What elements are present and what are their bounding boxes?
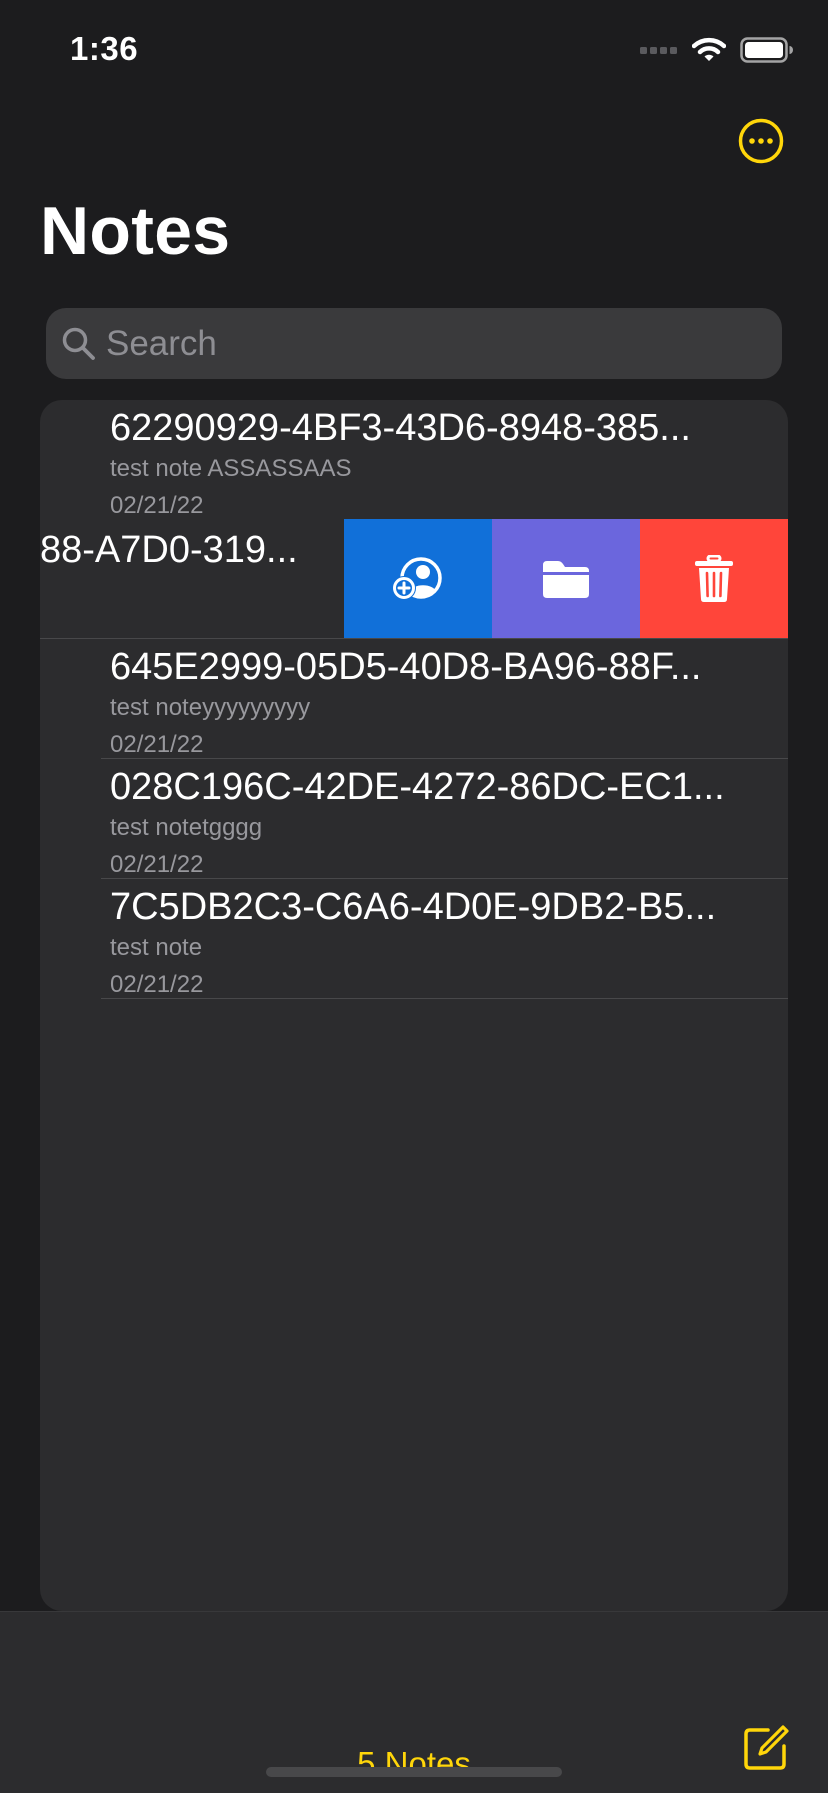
- delete-note-button[interactable]: [640, 519, 788, 638]
- note-date: 02/21/22: [110, 971, 204, 998]
- note-title: 645E2999-05D5-40D8-BA96-88F...: [110, 646, 702, 688]
- cellular-signal-icon: [640, 47, 677, 54]
- row-separator: [101, 998, 788, 999]
- bottom-toolbar: 5 Notes: [0, 1611, 828, 1793]
- note-snippet: test noteyyyyyyyyy: [110, 694, 311, 721]
- trash-icon: [695, 554, 733, 602]
- note-snippet: test notetgggg: [110, 814, 263, 841]
- search-input[interactable]: [106, 323, 726, 364]
- page-title: Notes: [40, 193, 231, 269]
- compose-note-button[interactable]: [742, 1724, 790, 1772]
- move-to-folder-button[interactable]: [492, 519, 640, 638]
- note-date: 02/21/22: [110, 492, 204, 519]
- share-note-button[interactable]: [344, 519, 492, 638]
- note-title: 88-A7D0-319...: [40, 529, 298, 571]
- status-icons: [640, 36, 794, 64]
- status-time: 1:36: [70, 30, 139, 67]
- compose-icon: [744, 1725, 789, 1770]
- note-date: 02/21/22: [110, 851, 204, 878]
- note-snippet: test note: [110, 934, 203, 961]
- folder-icon: [543, 560, 589, 598]
- note-row[interactable]: 028C196C-42DE-4272-86DC-EC1... test note…: [40, 759, 788, 879]
- note-row[interactable]: 7C5DB2C3-C6A6-4D0E-9DB2-B5... test note …: [40, 879, 788, 999]
- more-options-button[interactable]: [738, 118, 784, 164]
- wifi-icon: [692, 37, 726, 61]
- note-row[interactable]: 62290929-4BF3-43D6-8948-385... test note…: [40, 400, 788, 520]
- note-row-swiped[interactable]: 88-A7D0-319...: [40, 519, 788, 639]
- battery-icon: [740, 37, 793, 63]
- notes-list: 62290929-4BF3-43D6-8948-385... test note…: [40, 400, 788, 1611]
- ellipsis-circle-icon: [738, 118, 784, 164]
- note-snippet: test note ASSASSAAS: [110, 455, 352, 482]
- share-person-add-icon: [392, 556, 442, 600]
- note-title: 62290929-4BF3-43D6-8948-385...: [110, 407, 691, 449]
- note-row[interactable]: 645E2999-05D5-40D8-BA96-88F... test note…: [40, 639, 788, 759]
- notes-count-label: 5 Notes: [357, 1745, 471, 1782]
- search-bar[interactable]: [46, 308, 782, 379]
- note-title: 7C5DB2C3-C6A6-4D0E-9DB2-B5...: [110, 886, 717, 928]
- note-date: 02/21/22: [110, 731, 204, 758]
- search-icon: [62, 327, 95, 360]
- note-title: 028C196C-42DE-4272-86DC-EC1...: [110, 766, 725, 808]
- home-indicator: [266, 1767, 562, 1777]
